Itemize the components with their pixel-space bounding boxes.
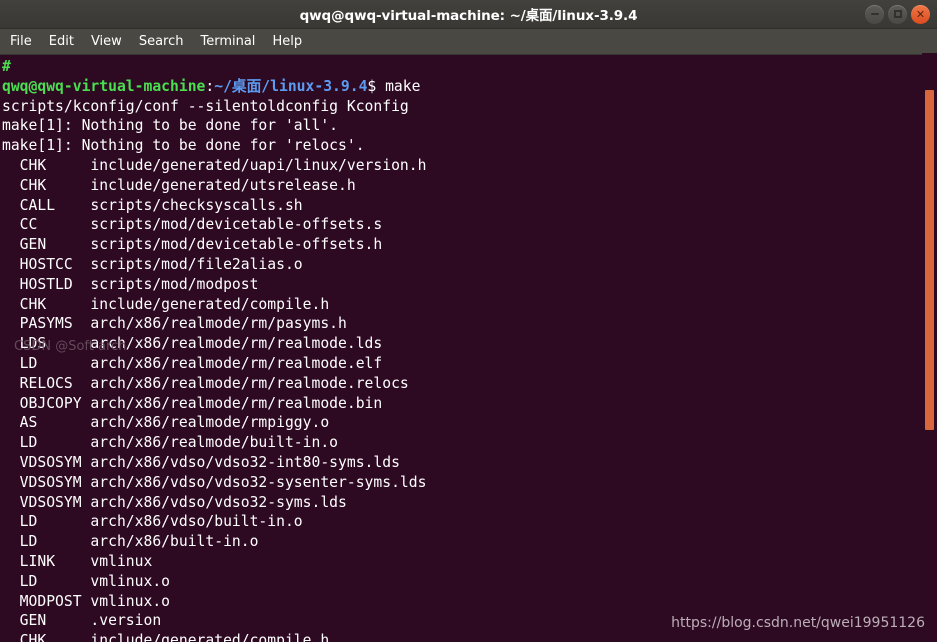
terminal-line: LINK vmlinux — [2, 552, 153, 570]
prompt-path: ~/桌面/linux-3.9.4 — [214, 77, 368, 95]
terminal-line: CALL scripts/checksyscalls.sh — [2, 196, 303, 214]
prompt-command: $ make — [367, 77, 421, 95]
terminal-scrollbar-thumb[interactable] — [925, 90, 934, 430]
terminal-line: HOSTLD scripts/mod/modpost — [2, 275, 259, 293]
terminal-line: VDSOSYM arch/x86/vdso/vdso32-syms.lds — [2, 493, 347, 511]
maximize-icon — [893, 10, 902, 18]
terminal-line: LD arch/x86/realmode/built-in.o — [2, 434, 339, 452]
menu-item-help[interactable]: Help — [272, 35, 302, 48]
terminal-line: HOSTCC scripts/mod/file2alias.o — [2, 255, 303, 273]
menu-item-file[interactable]: File — [10, 35, 32, 48]
menubar: File Edit View Search Terminal Help — [0, 29, 937, 55]
terminal-line: CHK include/generated/compile.h — [2, 295, 330, 313]
terminal-line: LDS arch/x86/realmode/rm/realmode.lds — [2, 335, 383, 353]
terminal-line: scripts/kconfig/conf --silentoldconfig K… — [2, 97, 409, 115]
terminal-line: CHK include/generated/utsrelease.h — [2, 176, 356, 194]
maximize-button[interactable] — [888, 4, 907, 24]
terminal-line: AS arch/x86/realmode/rmpiggy.o — [2, 414, 330, 432]
watermark-url: https://blog.csdn.net/qwei19951126 — [671, 615, 925, 631]
terminal-scrollbar-track[interactable] — [922, 53, 937, 642]
terminal-output[interactable]: # qwq@qwq-virtual-machine:~/桌面/linux-3.9.… — [0, 55, 937, 642]
terminal-line: LD arch/x86/vdso/built-in.o — [2, 513, 303, 531]
terminal-line: GEN scripts/mod/devicetable-offsets.h — [2, 236, 383, 254]
terminal-line: VDSOSYM arch/x86/vdso/vdso32-sysenter-sy… — [2, 473, 427, 491]
terminal-line: CC scripts/mod/devicetable-offsets.s — [2, 216, 383, 234]
menu-item-view[interactable]: View — [91, 35, 122, 48]
menu-item-search[interactable]: Search — [139, 35, 184, 48]
terminal-line: CHK include/generated/uapi/linux/version… — [2, 156, 427, 174]
terminal-line: PASYMS arch/x86/realmode/rm/pasyms.h — [2, 315, 347, 333]
terminal-line: OBJCOPY arch/x86/realmode/rm/realmode.bi… — [2, 394, 383, 412]
close-button[interactable]: ✕ — [911, 4, 930, 24]
terminal-line: make[1]: Nothing to be done for 'all'. — [2, 117, 339, 135]
menu-item-edit[interactable]: Edit — [49, 35, 74, 48]
minimize-icon — [870, 13, 879, 15]
terminal-line: MODPOST vmlinux.o — [2, 592, 171, 610]
close-icon: ✕ — [915, 7, 926, 21]
terminal-line: RELOCS arch/x86/realmode/rm/realmode.rel… — [2, 374, 409, 392]
terminal-line: # — [2, 57, 937, 77]
menu-item-terminal[interactable]: Terminal — [200, 35, 255, 48]
terminal-line: VDSOSYM arch/x86/vdso/vdso32-int80-syms.… — [2, 453, 400, 471]
terminal-line: make[1]: Nothing to be done for 'relocs'… — [2, 137, 365, 155]
terminal-prompt-line: qwq@qwq-virtual-machine:~/桌面/linux-3.9.4… — [2, 77, 937, 97]
minimize-button[interactable] — [865, 4, 884, 24]
window-controls: ✕ — [865, 0, 930, 28]
terminal-line-text: # — [2, 58, 11, 75]
window-title: qwq@qwq-virtual-machine: ~/桌面/linux-3.9.… — [299, 8, 638, 24]
window-titlebar: qwq@qwq-virtual-machine: ~/桌面/linux-3.9.… — [0, 0, 937, 29]
terminal-line: LD arch/x86/built-in.o — [2, 533, 259, 551]
terminal-window: qwq@qwq-virtual-machine: ~/桌面/linux-3.9.… — [0, 0, 937, 642]
prompt-user-host: qwq@qwq-virtual-machine — [2, 77, 206, 95]
terminal-line: LD vmlinux.o — [2, 572, 171, 590]
prompt-separator: : — [205, 77, 215, 95]
terminal-line: LD arch/x86/realmode/rm/realmode.elf — [2, 354, 383, 372]
terminal-line: CHK include/generated/compile.h — [2, 632, 330, 642]
